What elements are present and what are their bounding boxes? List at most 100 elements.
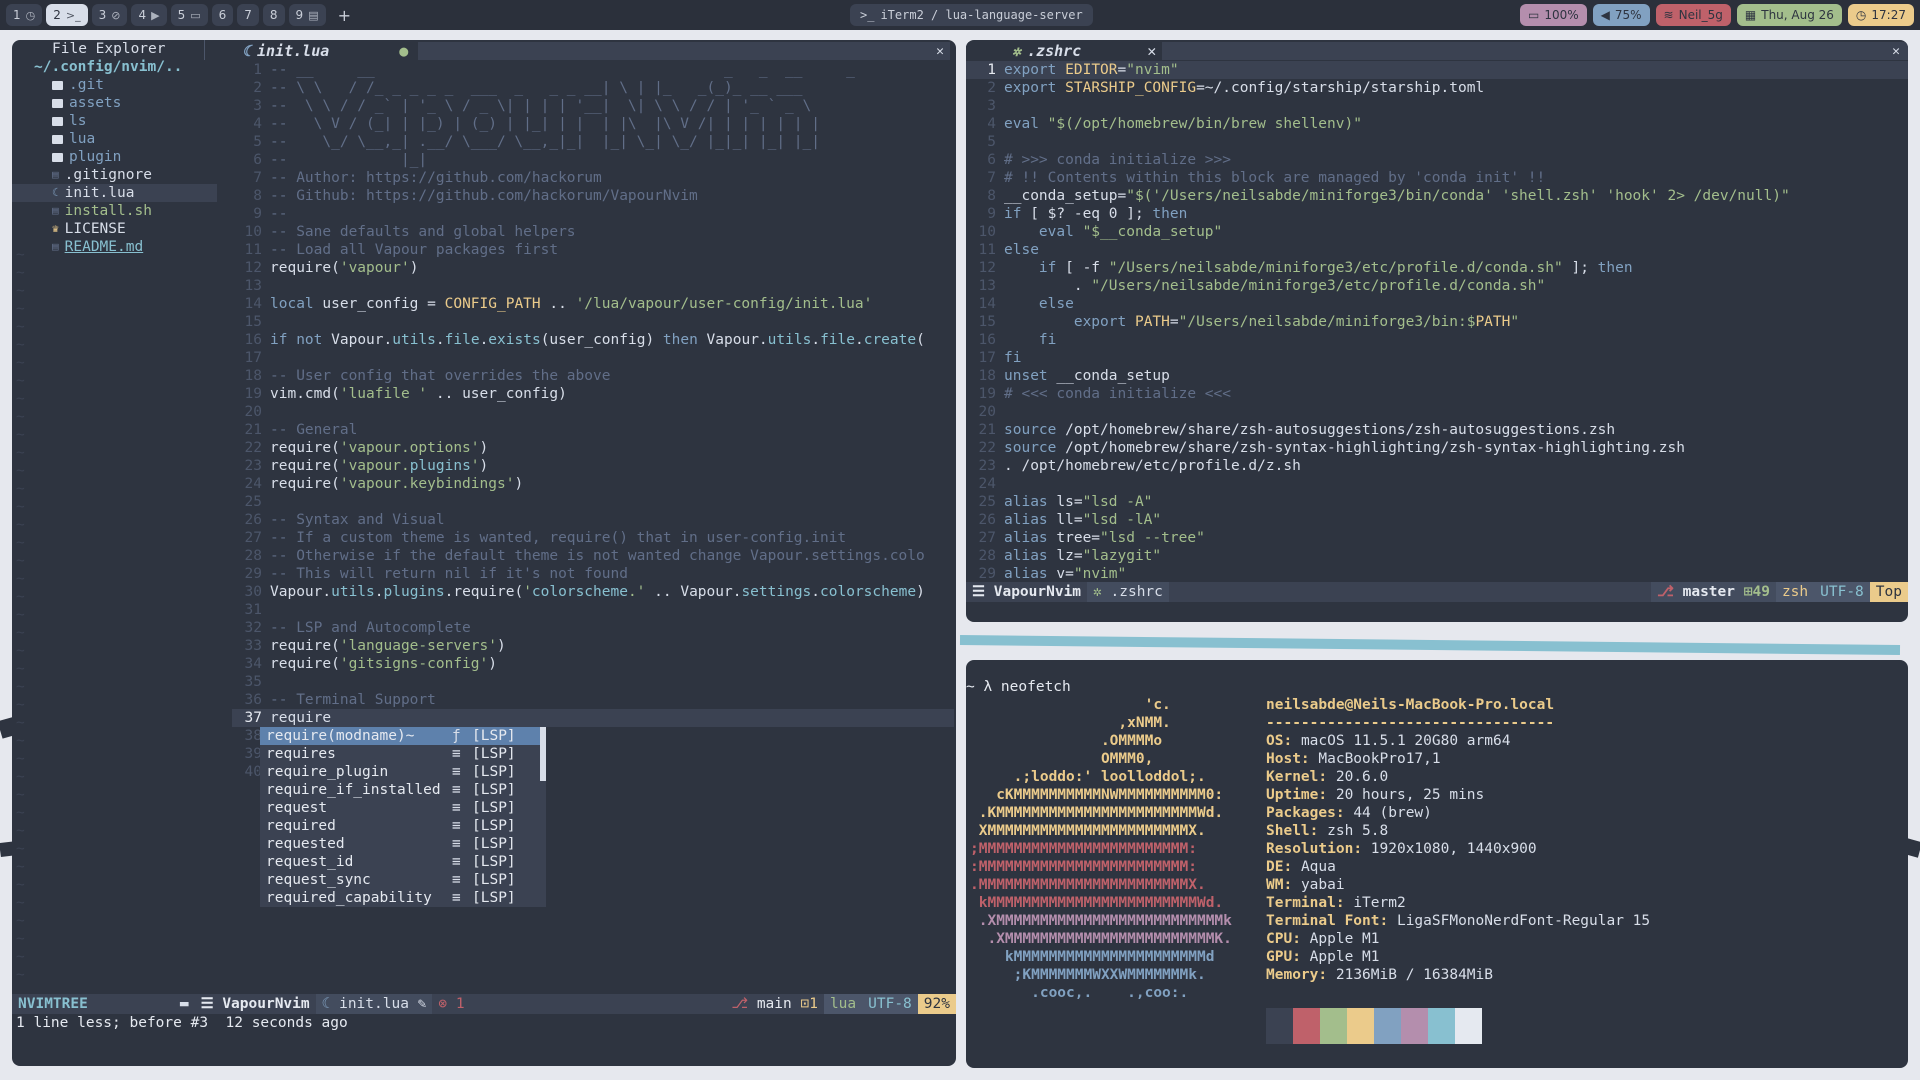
workspace-1[interactable]: 1 ◷ bbox=[6, 4, 43, 26]
tree-item-label: LICENSE bbox=[64, 221, 126, 237]
tree-item-plugin[interactable]: plugin bbox=[12, 148, 217, 166]
close-buffer-icon[interactable]: ✕ bbox=[1892, 44, 1900, 59]
completion-src: [LSP] bbox=[472, 746, 516, 762]
info-key: Resolution bbox=[1266, 841, 1354, 857]
info-key: Host bbox=[1266, 751, 1301, 767]
explorer-root[interactable]: ~/.config/nvim/.. bbox=[12, 58, 217, 76]
completion-item[interactable]: require(modname)~ ƒ [LSP] bbox=[260, 727, 546, 745]
line-number: 40 bbox=[244, 764, 262, 780]
info-key: Packages bbox=[1266, 805, 1336, 821]
add-workspace-button[interactable]: + bbox=[330, 6, 359, 25]
statusline-project-text: VapourNvim bbox=[222, 996, 310, 1012]
completion-item[interactable]: required_capability ≡ [LSP] bbox=[260, 889, 546, 907]
workspace-5[interactable]: 5 ▭ bbox=[170, 4, 208, 26]
completion-item[interactable]: request_sync ≡ [LSP] bbox=[260, 871, 546, 889]
code-line: 18 -- User config that overrides the abov… bbox=[232, 367, 954, 385]
code-editor-left[interactable]: 1 -- __ __ _ _ __ _ 2 -- \ \ / /_ _ _ _ _ _… bbox=[232, 61, 954, 781]
code-line: 29 alias v="nvim" bbox=[966, 565, 1908, 583]
explorer-tree: .git assets ls lua plugin ▤ .gitignore ☾ init.lu… bbox=[12, 76, 217, 256]
workspace-3[interactable]: 3 ⊘ bbox=[91, 4, 128, 26]
neofetch-info-row: GPU: Apple M1 bbox=[1266, 948, 1650, 966]
code-line: 3 -- \ \ / / _` | '_ \ / _ \| | | | '__| … bbox=[232, 97, 954, 115]
code-text: -- Terminal Support bbox=[270, 692, 436, 708]
code-line: 5 bbox=[966, 133, 1908, 151]
tree-item-initlua[interactable]: ☾ init.lua bbox=[12, 184, 217, 202]
line-number: 8 bbox=[253, 188, 262, 204]
code-line: 9 if [ $? -eq 0 ]; then bbox=[966, 205, 1908, 223]
volume-value: 75% bbox=[1614, 8, 1642, 22]
code-line: 35 bbox=[232, 673, 954, 691]
file-explorer[interactable]: File Explorer ~/.config/nvim/.. .git asse… bbox=[12, 40, 217, 256]
nvim-right-pane[interactable]: ✲ .zshrc ✕ ✕ 1 export EDITOR="nvim" 2 expor… bbox=[966, 40, 1908, 622]
tree-item-gitignore[interactable]: ▤ .gitignore bbox=[12, 166, 217, 184]
workspace-label: 1 bbox=[13, 8, 21, 22]
clock-widget[interactable]: ◷ 17:27 bbox=[1847, 4, 1914, 26]
tree-item-license[interactable]: ♛ LICENSE bbox=[12, 220, 217, 238]
tree-item-assets[interactable]: assets bbox=[12, 94, 217, 112]
code-text: require('vapour.plugins') bbox=[270, 458, 489, 474]
empty-line-marker: ~ bbox=[16, 553, 25, 569]
lua-file-icon: ☾ bbox=[242, 42, 252, 60]
nvim-left-pane[interactable]: File Explorer ~/.config/nvim/.. .git asse… bbox=[12, 40, 956, 1066]
clock-icon: ◷ bbox=[1855, 8, 1867, 22]
completion-item[interactable]: request ≡ [LSP] bbox=[260, 799, 546, 817]
tree-item-git[interactable]: .git bbox=[12, 76, 217, 94]
completion-menu[interactable]: require(modname)~ ƒ [LSP] requires ≡ [LSP] req… bbox=[260, 727, 546, 907]
close-buffer-icon[interactable]: ✕ bbox=[936, 44, 944, 59]
statusline-position: Top bbox=[1869, 582, 1908, 602]
completion-item[interactable]: required ≡ [LSP] bbox=[260, 817, 546, 835]
tab-zshrc[interactable]: ✲ .zshrc ✕ bbox=[966, 42, 1163, 60]
empty-line-marker: ~ bbox=[16, 895, 25, 911]
code-text: -- \ \ / / _` | '_ \ / _ \| | | | '__| \… bbox=[270, 98, 812, 114]
code-line: 26 -- Syntax and Visual bbox=[232, 511, 954, 529]
info-key: Terminal bbox=[1266, 895, 1336, 911]
info-colon: : bbox=[1283, 877, 1301, 893]
git-repo-icon: ☰ bbox=[972, 584, 994, 600]
code-text: # >>> conda initialize >>> bbox=[1004, 152, 1231, 168]
empty-line-marker: ~ bbox=[16, 697, 25, 713]
line-number: 26 bbox=[978, 512, 996, 528]
completion-item[interactable]: require_plugin ≡ [LSP] bbox=[260, 763, 546, 781]
tree-item-label: plugin bbox=[69, 149, 122, 165]
completion-item[interactable]: requested ≡ [LSP] bbox=[260, 835, 546, 853]
tree-item-readmemd[interactable]: ▤ README.md bbox=[12, 238, 217, 256]
workspace-label: 5 bbox=[177, 8, 186, 22]
volume-widget[interactable]: ◀ 75% bbox=[1592, 4, 1650, 26]
info-colon: : bbox=[1318, 787, 1336, 803]
completion-kind: ≡ bbox=[452, 764, 461, 780]
tab-init-lua[interactable]: ☾ init.lua ● bbox=[238, 42, 419, 60]
completion-item[interactable]: request_id ≡ [LSP] bbox=[260, 853, 546, 871]
line-number: 23 bbox=[978, 458, 996, 474]
tree-item-installsh[interactable]: ▤ install.sh bbox=[12, 202, 217, 220]
date-widget[interactable]: ▦ Thu, Aug 26 bbox=[1736, 4, 1842, 26]
statusline-filetype: zsh bbox=[1775, 582, 1815, 602]
completion-scrollbar[interactable] bbox=[540, 727, 546, 781]
wifi-widget[interactable]: ≋ Neil_5g bbox=[1655, 4, 1731, 26]
completion-item[interactable]: requires ≡ [LSP] bbox=[260, 745, 546, 763]
workspace-6[interactable]: 6 bbox=[211, 4, 234, 26]
workspace-2[interactable]: 2 >_ bbox=[46, 4, 88, 26]
empty-line-marker: ~ bbox=[16, 841, 25, 857]
info-value: Apple M1 bbox=[1309, 931, 1380, 947]
color-swatch bbox=[1320, 1008, 1347, 1044]
battery-widget[interactable]: ▭ 100% bbox=[1519, 4, 1587, 26]
code-editor-right[interactable]: 1 export EDITOR="nvim" 2 export STARSHIP_CO… bbox=[966, 61, 1908, 583]
info-colon: : bbox=[1353, 841, 1371, 857]
terminal-pane[interactable]: ~ λ neofetch 'c. ,xNMM. .OMMMMo OMMM0, .… bbox=[966, 660, 1908, 1068]
completion-item[interactable]: require_if_installed ≡ [LSP] bbox=[260, 781, 546, 799]
workspace-8[interactable]: 8 bbox=[262, 4, 285, 26]
statusline-branch: ⎇ master ⊞49 bbox=[1651, 582, 1776, 602]
workspace-4[interactable]: 4 ▶ bbox=[131, 4, 167, 26]
info-value: macOS 11.5.1 20G80 arm64 bbox=[1300, 733, 1511, 749]
close-tab-icon[interactable]: ✕ bbox=[1147, 42, 1156, 60]
completion-word: request_sync bbox=[266, 872, 371, 888]
workspace-7[interactable]: 7 bbox=[237, 4, 259, 26]
code-text: vim.cmd('luafile ' .. user_config) bbox=[270, 386, 567, 402]
statusline-encoding: UTF-8 bbox=[1814, 582, 1870, 602]
folder-icon bbox=[52, 152, 63, 162]
workspace-9[interactable]: 9 ▤ bbox=[288, 4, 326, 26]
tree-item-lua[interactable]: lua bbox=[12, 130, 217, 148]
code-text: require('vapour.options') bbox=[270, 440, 489, 456]
empty-line-marker: ~ bbox=[16, 805, 25, 821]
tree-item-ls[interactable]: ls bbox=[12, 112, 217, 130]
